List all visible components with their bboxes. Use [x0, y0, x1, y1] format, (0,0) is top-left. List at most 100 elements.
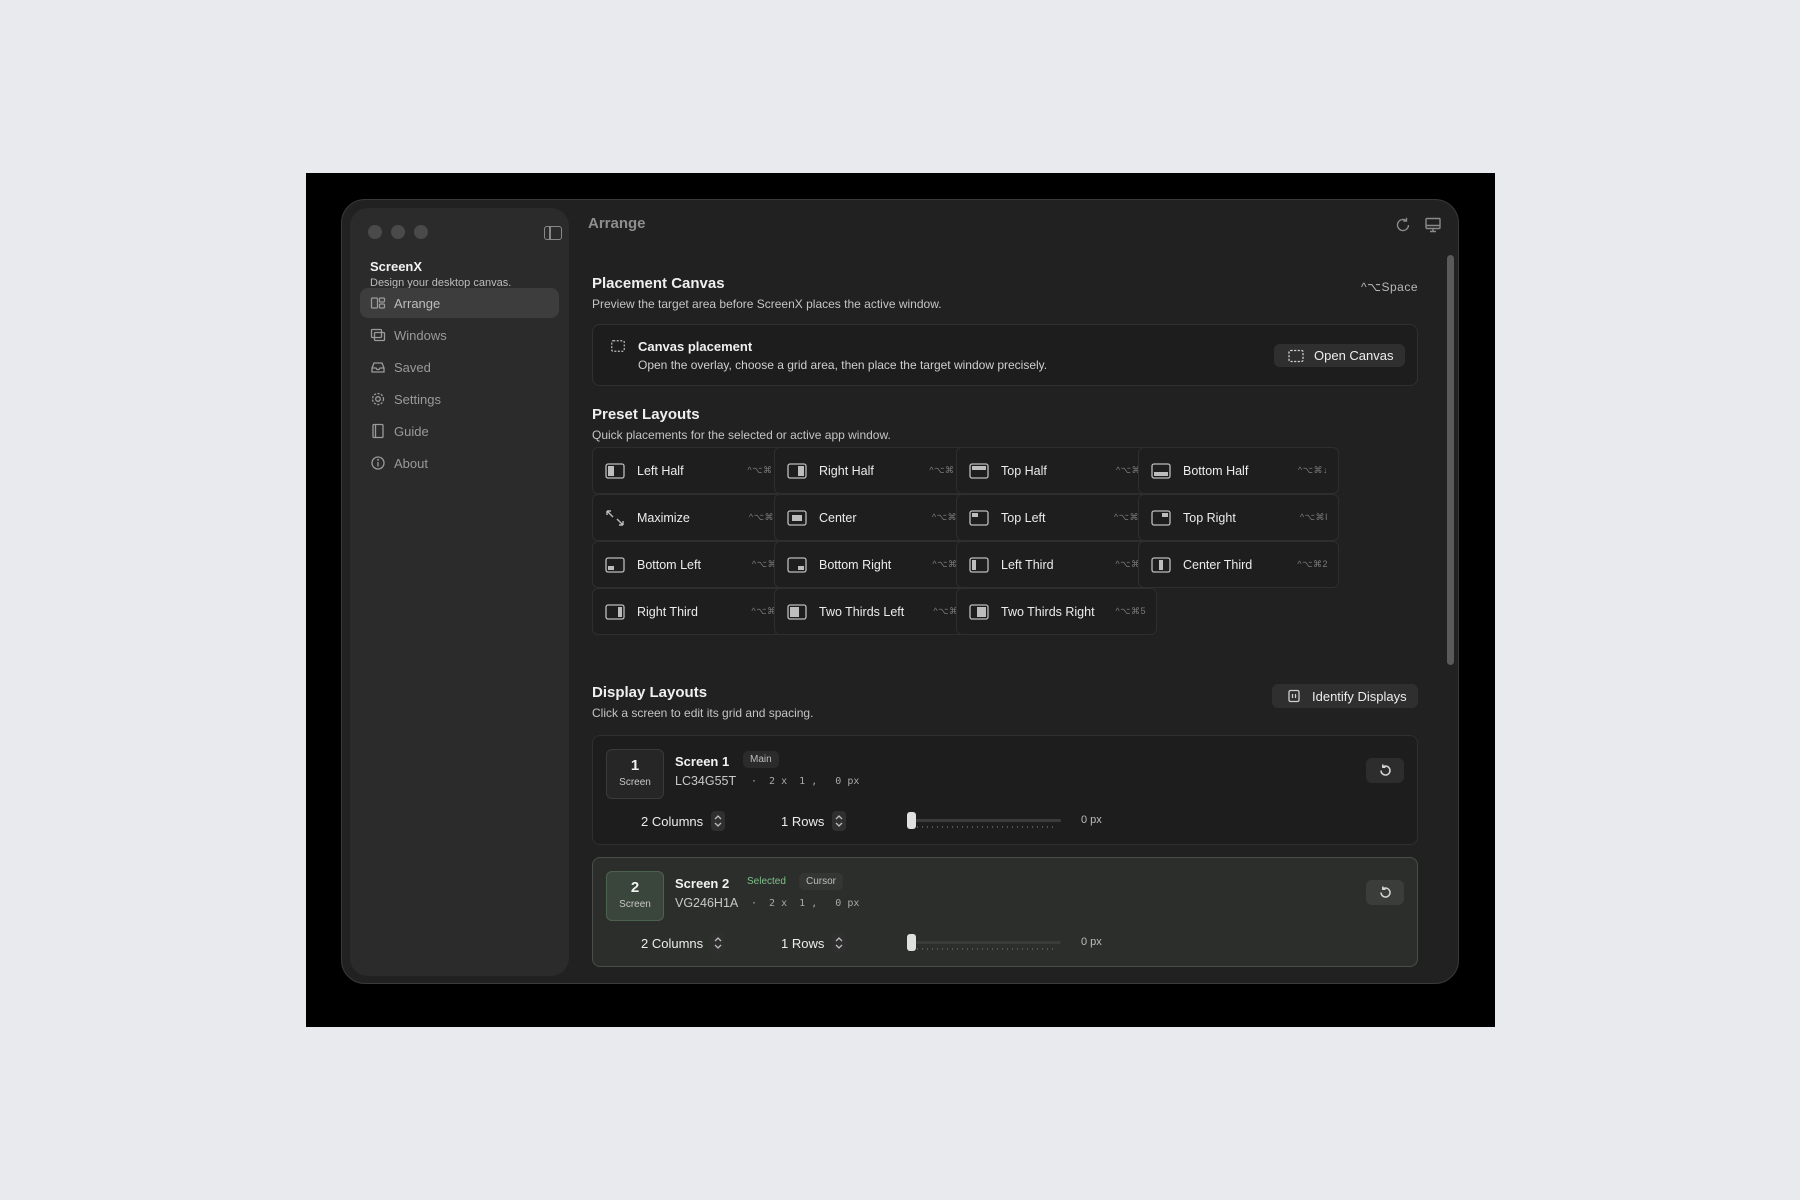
layout-bottom-half-icon — [1151, 462, 1171, 479]
rows-stepper[interactable]: 1 Rows — [781, 933, 847, 953]
columns-stepper[interactable]: 2 Columns — [641, 933, 726, 953]
open-canvas-label: Open Canvas — [1314, 348, 1394, 363]
sidebar-item-guide[interactable]: Guide — [360, 416, 559, 446]
slider-thumb[interactable] — [907, 934, 916, 951]
preset-label: Bottom Left — [637, 557, 701, 572]
preset-label: Left Half — [637, 463, 684, 478]
preset-left-third-button[interactable]: Left Third ^⌥⌘1 — [956, 541, 1157, 588]
reset-icon — [1379, 764, 1391, 776]
main-content: Placement Canvas Preview the target area… — [592, 200, 1418, 983]
reset-screen-button[interactable] — [1366, 758, 1404, 783]
preset-two-thirds-left-button[interactable]: Two Thirds Left ^⌥⌘4 — [774, 588, 975, 635]
preset-shortcut: ^⌥⌘I — [1299, 512, 1328, 522]
identify-displays-button[interactable]: Identify Displays — [1272, 684, 1418, 708]
preset-label: Two Thirds Right — [1001, 604, 1095, 619]
layout-maximize-icon — [605, 509, 625, 526]
display-icon — [1425, 217, 1441, 233]
spacing-value: 0 px — [1081, 936, 1102, 948]
placement-subtitle: Preview the target area before ScreenX p… — [592, 297, 942, 311]
rows-value: 1 Rows — [781, 935, 825, 951]
chevron-up-down-icon — [714, 815, 722, 827]
preset-label: Center Third — [1183, 557, 1253, 572]
preset-label: Top Half — [1001, 463, 1047, 478]
preset-left-half-button[interactable]: Left Half ^⌥⌘← — [592, 447, 793, 494]
saved-icon — [371, 362, 385, 373]
reset-screen-button[interactable] — [1366, 880, 1404, 905]
minimize-window-button[interactable] — [391, 225, 405, 239]
screen-caption: Screen — [619, 899, 651, 910]
preset-label: Right Half — [819, 463, 874, 478]
stepper-arrows[interactable] — [711, 811, 726, 831]
slider-thumb[interactable] — [907, 812, 916, 829]
gear-icon — [371, 392, 385, 406]
main-badge: Main — [743, 751, 779, 768]
sidebar-item-label: About — [394, 455, 428, 471]
preset-maximize-button[interactable]: Maximize ^⌥⌘M — [592, 494, 793, 541]
info-icon — [371, 456, 385, 470]
reset-icon — [1379, 886, 1391, 898]
close-window-button[interactable] — [368, 225, 382, 239]
layout-top-left-icon — [969, 509, 989, 526]
sidebar: ScreenX Design your desktop canvas. Arra… — [350, 208, 569, 976]
preset-center-button[interactable]: Center ^⌥⌘C — [774, 494, 975, 541]
preset-label: Left Third — [1001, 557, 1054, 572]
sidebar-item-windows[interactable]: Windows — [360, 320, 559, 350]
columns-stepper[interactable]: 2 Columns — [641, 811, 726, 831]
preset-label: Bottom Right — [819, 557, 892, 572]
sidebar-item-arrange[interactable]: Arrange — [360, 288, 559, 318]
preset-bottom-half-button[interactable]: Bottom Half ^⌥⌘↓ — [1138, 447, 1339, 494]
sidebar-item-label: Saved — [394, 359, 431, 375]
preset-bottom-right-button[interactable]: Bottom Right ^⌥⌘K — [774, 541, 975, 588]
preset-bottom-left-button[interactable]: Bottom Left ^⌥⌘J — [592, 541, 793, 588]
sidebar-item-label: Arrange — [394, 295, 441, 311]
layout-two-thirds-right-icon — [969, 603, 989, 620]
display-button[interactable] — [1420, 212, 1446, 238]
stepper-arrows[interactable] — [832, 933, 847, 953]
preset-top-left-button[interactable]: Top Left ^⌥⌘U — [956, 494, 1157, 541]
displays-subtitle: Click a screen to edit its grid and spac… — [592, 706, 814, 720]
sidebar-item-about[interactable]: About — [360, 448, 559, 478]
preset-right-third-button[interactable]: Right Third ^⌥⌘3 — [592, 588, 793, 635]
spacing-slider[interactable] — [907, 812, 1061, 829]
spacing-value: 0 px — [1081, 814, 1102, 826]
sidebar-item-label: Windows — [394, 327, 447, 343]
screen-caption: Screen — [619, 777, 651, 788]
rows-stepper[interactable]: 1 Rows — [781, 811, 847, 831]
sidebar-toggle-icon[interactable] — [544, 226, 562, 240]
screen-number: 2 — [630, 879, 640, 896]
screen-card-2[interactable]: 2 Screen Screen 2 Selected Cursor VG246H… — [592, 857, 1418, 967]
screen-model: LC34G55T — [675, 774, 737, 788]
window-controls — [368, 225, 428, 239]
preset-top-half-button[interactable]: Top Half ^⌥⌘↑ — [956, 447, 1157, 494]
sidebar-item-settings[interactable]: Settings — [360, 384, 559, 414]
sidebar-nav: Arrange Windows Saved Settings Guide Abo… — [360, 288, 559, 480]
screen-number-badge: 2 Screen — [606, 871, 664, 921]
preset-top-right-button[interactable]: Top Right ^⌥⌘I — [1138, 494, 1339, 541]
content-scrollbar[interactable] — [1447, 255, 1454, 665]
screen-spec: · 2 x 1 , 0 px — [751, 776, 860, 787]
screen-card-1[interactable]: 1 Screen Screen 1 Main LC34G55T · 2 x 1 … — [592, 735, 1418, 845]
zoom-window-button[interactable] — [414, 225, 428, 239]
preset-two-thirds-right-button[interactable]: Two Thirds Right ^⌥⌘5 — [956, 588, 1157, 635]
screen-name: Screen 1 — [675, 754, 730, 769]
canvas-placement-title: Canvas placement — [638, 339, 753, 354]
layout-right-half-icon — [787, 462, 807, 479]
preset-center-third-button[interactable]: Center Third ^⌥⌘2 — [1138, 541, 1339, 588]
sidebar-item-saved[interactable]: Saved — [360, 352, 559, 382]
layout-center-icon — [787, 509, 807, 526]
preset-shortcut: ^⌥⌘↓ — [1297, 465, 1328, 475]
spacing-slider[interactable] — [907, 934, 1061, 951]
open-canvas-button[interactable]: Open Canvas — [1274, 344, 1405, 367]
slider-track — [911, 941, 1061, 944]
displays-title: Display Layouts — [592, 684, 708, 701]
selected-badge: Selected — [747, 876, 786, 887]
stepper-arrows[interactable] — [711, 933, 726, 953]
columns-value: 2 Columns — [641, 935, 704, 951]
stepper-arrows[interactable] — [832, 811, 847, 831]
layout-left-half-icon — [605, 462, 625, 479]
windows-icon — [370, 328, 386, 342]
slider-ticks — [917, 826, 1057, 828]
screen-number: 1 — [630, 757, 640, 774]
preset-right-half-button[interactable]: Right Half ^⌥⌘→ — [774, 447, 975, 494]
preset-label: Center — [819, 510, 857, 525]
